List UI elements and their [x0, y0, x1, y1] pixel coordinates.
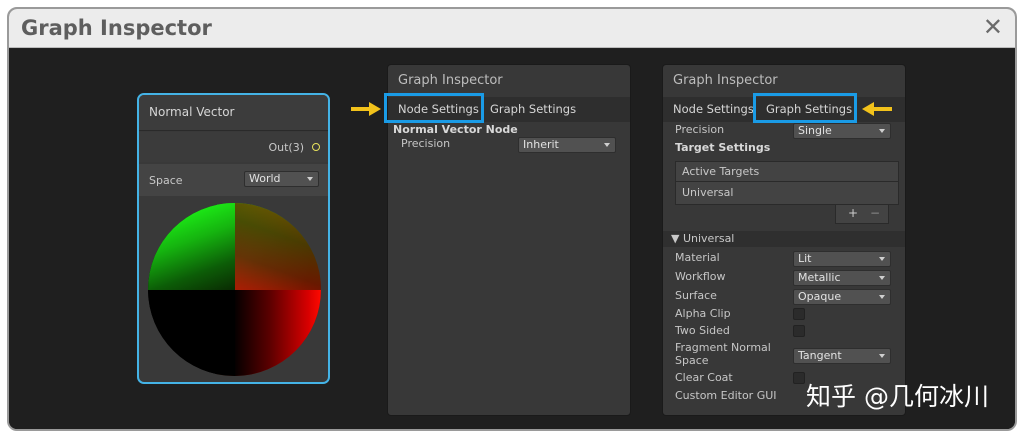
normal-preview-sphere	[148, 203, 321, 376]
right-arrow-icon	[351, 102, 381, 116]
universal-section-label: ▼ Universal	[671, 232, 735, 245]
surface-dropdown-value: Opaque	[798, 290, 842, 303]
preview-quadrant	[234, 203, 321, 290]
node-output-row: Out(3)	[139, 132, 328, 162]
fragment-normal-space-dropdown[interactable]: Tangent	[793, 348, 891, 364]
panel-title: Graph Inspector	[398, 73, 503, 88]
precision-label: Precision	[675, 123, 725, 136]
window-title: Graph Inspector	[21, 16, 212, 40]
chevron-down-icon	[879, 129, 885, 133]
space-dropdown[interactable]: World	[244, 171, 319, 187]
graph-inspector-panel-graph: Graph Inspector Node Settings Graph Sett…	[662, 64, 906, 416]
graph-inspector-panel-node: Graph Inspector Node Settings Graph Sett…	[384, 64, 631, 416]
two-sided-checkbox[interactable]	[793, 325, 805, 337]
precision-label: Precision	[401, 137, 451, 150]
custom-editor-gui-label: Custom Editor GUI	[675, 389, 777, 402]
tab-node-settings[interactable]: Node Settings	[673, 102, 754, 116]
active-targets-list: Active Targets Universal	[675, 161, 899, 205]
highlight-box	[753, 93, 857, 123]
section-title: Normal Vector Node	[393, 123, 518, 136]
tab-graph-settings[interactable]: Graph Settings	[490, 102, 576, 116]
alpha-clip-checkbox[interactable]	[793, 308, 805, 320]
node-space-row: Space World	[139, 164, 328, 196]
preview-quadrant	[234, 289, 321, 376]
precision-dropdown[interactable]: Single	[793, 123, 891, 139]
fragment-normal-space-label-line1: Fragment Normal	[675, 341, 771, 354]
space-label: Space	[149, 174, 183, 187]
workflow-dropdown-value: Metallic	[798, 271, 841, 284]
alpha-clip-label: Alpha Clip	[675, 307, 731, 320]
window-frame: Graph Inspector ✕ Normal Vector Out(3) S…	[7, 7, 1017, 431]
title-bar: Graph Inspector ✕	[9, 9, 1015, 48]
highlight-box	[384, 93, 484, 123]
preview-quadrant	[148, 203, 235, 290]
fragment-normal-space-label-line2: Space	[675, 354, 709, 367]
active-targets-header: Active Targets	[676, 162, 898, 182]
chevron-down-icon	[879, 354, 885, 358]
workflow-dropdown[interactable]: Metallic	[793, 270, 891, 286]
surface-dropdown[interactable]: Opaque	[793, 289, 891, 305]
graph-canvas[interactable]: Normal Vector Out(3) Space World Graph I…	[9, 49, 1015, 429]
material-dropdown[interactable]: Lit	[793, 251, 891, 267]
list-item[interactable]: Universal	[682, 186, 733, 199]
node-title: Normal Vector	[149, 105, 235, 119]
material-dropdown-value: Lit	[798, 252, 812, 265]
clear-coat-label: Clear Coat	[675, 371, 733, 384]
active-targets-label: Active Targets	[682, 165, 760, 178]
panel-title: Graph Inspector	[673, 73, 778, 88]
output-port-icon[interactable]	[312, 143, 320, 151]
chevron-down-icon	[604, 143, 610, 147]
workflow-label: Workflow	[675, 270, 726, 283]
surface-label: Surface	[675, 289, 717, 302]
clear-coat-checkbox[interactable]	[793, 372, 805, 384]
chevron-down-icon	[879, 257, 885, 261]
two-sided-label: Two Sided	[675, 324, 730, 337]
watermark: 知乎 @几何冰川	[806, 382, 989, 411]
chevron-down-icon	[307, 177, 313, 181]
list-footer: + −	[835, 205, 889, 224]
universal-section-header[interactable]: ▼ Universal	[663, 231, 905, 247]
space-dropdown-value: World	[249, 172, 281, 185]
left-arrow-icon	[862, 102, 892, 116]
preview-quadrant	[148, 289, 235, 376]
node-header[interactable]: Normal Vector	[139, 95, 328, 131]
precision-dropdown[interactable]: Inherit	[518, 137, 616, 153]
remove-target-button[interactable]: −	[870, 206, 880, 220]
precision-dropdown-value: Inherit	[523, 138, 559, 151]
add-target-button[interactable]: +	[848, 206, 858, 220]
fragment-normal-space-dropdown-value: Tangent	[798, 349, 842, 362]
material-label: Material	[675, 251, 720, 264]
precision-dropdown-value: Single	[798, 124, 832, 137]
close-icon[interactable]: ✕	[983, 13, 1003, 41]
chevron-down-icon	[879, 276, 885, 280]
normal-vector-node[interactable]: Normal Vector Out(3) Space World	[137, 93, 330, 384]
target-settings-label: Target Settings	[675, 141, 771, 154]
chevron-down-icon	[879, 295, 885, 299]
output-label: Out(3)	[268, 141, 304, 154]
